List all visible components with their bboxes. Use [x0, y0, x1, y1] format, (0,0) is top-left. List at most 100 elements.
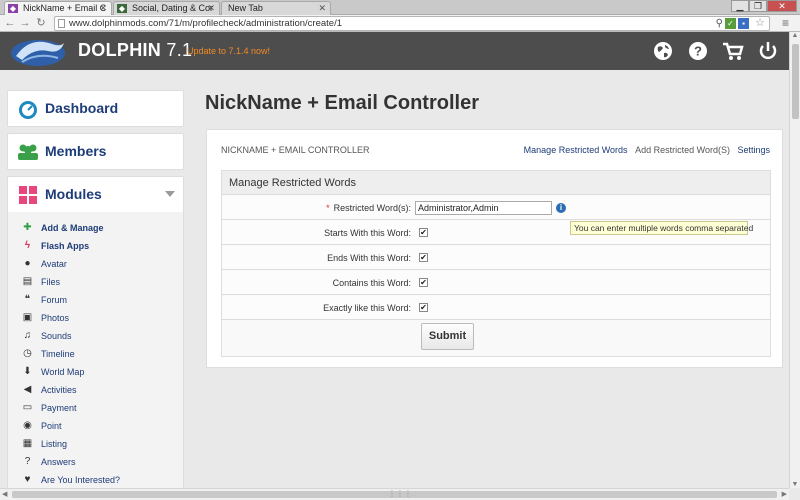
sidebar-item-label: Modules	[45, 186, 102, 202]
cart-icon[interactable]	[722, 40, 744, 62]
add-restricted-words-link[interactable]: Add Restricted Word(S)	[635, 145, 730, 155]
settings-link[interactable]: Settings	[737, 145, 770, 155]
page-icon	[58, 19, 65, 28]
sidebar-item-dashboard[interactable]: Dashboard	[7, 90, 184, 127]
tab-title: New Tab	[228, 3, 263, 13]
restricted-words-input[interactable]	[415, 201, 552, 215]
update-link[interactable]: Update to 7.1.4 now!	[187, 46, 270, 56]
svg-text:?: ?	[694, 44, 702, 59]
sidebar: Dashboard Members Modules ✚ Add & Manage ϟ…	[7, 70, 184, 488]
sidebar-subitem-label: World Map	[41, 367, 85, 377]
members-icon	[18, 144, 38, 160]
scroll-left-icon[interactable]: ◀	[2, 490, 7, 498]
flash-icon: ϟ	[24, 240, 31, 251]
contains-label: Contains this Word:	[332, 278, 411, 288]
briefcase-icon: ▦	[22, 438, 33, 449]
window-close-icon[interactable]: ✕	[767, 0, 797, 12]
point-icon: ◉	[23, 420, 32, 431]
forward-arrow-icon[interactable]: →	[19, 17, 31, 29]
heart-icon: ♥	[24, 474, 31, 485]
address-bar: ← → ↻ www.dolphinmods.com/71/m/profilech…	[0, 15, 800, 32]
sidebar-subitem-label: Flash Apps	[41, 241, 90, 251]
chevron-down-icon[interactable]	[165, 191, 175, 197]
manage-restricted-words-link[interactable]: Manage Restricted Words	[524, 145, 628, 155]
brand-title: DOLPHIN 7.1	[78, 40, 192, 61]
bookmark-star-icon[interactable]: ☆	[755, 17, 765, 30]
ends-with-checkbox[interactable]: ✔	[419, 253, 428, 262]
question-icon: ?	[24, 456, 31, 467]
credit-card-icon: ▭	[22, 402, 33, 413]
dashboard-gauge-icon	[19, 101, 37, 119]
site-header: DOLPHIN 7.1 Update to 7.1.4 now! ?	[0, 32, 789, 70]
scroll-right-icon[interactable]: ▶	[782, 490, 787, 498]
music-icon: ♫	[23, 330, 32, 341]
user-icon: ●	[24, 258, 31, 269]
brand-name: DOLPHIN	[78, 40, 162, 60]
sidebar-subitem-label: Activities	[41, 385, 77, 395]
maximize-icon[interactable]: ❐	[749, 0, 767, 12]
extension-icon[interactable]: ✓	[725, 18, 736, 29]
tab-title: NickName + Email C	[23, 3, 107, 13]
scroll-grip-icon: ⋮⋮⋮	[388, 489, 412, 498]
restricted-words-form: Manage Restricted Words * Restricted Word…	[221, 170, 771, 357]
power-icon[interactable]	[757, 40, 779, 62]
sidebar-subitem-label: Timeline	[41, 349, 75, 359]
modules-icon	[19, 186, 37, 204]
sidebar-subitem-label: Photos	[41, 313, 70, 323]
module-list: ✚ Add & Manage ϟ Flash Apps ● Avatar ▤ Files ❝ Fo…	[7, 212, 184, 488]
form-row-ends-with: Ends With this Word: ✔	[222, 246, 770, 270]
close-icon[interactable]: ✕	[207, 2, 215, 15]
extension-icon[interactable]: ▪	[738, 18, 749, 29]
sidebar-item-label: Members	[45, 143, 107, 159]
card-links: Manage Restricted Words Add Restricted W…	[519, 145, 770, 155]
scroll-thumb[interactable]	[792, 44, 799, 119]
submit-button[interactable]: Submit	[421, 323, 474, 350]
controller-card: NICKNAME + EMAIL CONTROLLER Manage Restr…	[206, 129, 783, 368]
sidebar-item-label: Dashboard	[45, 100, 119, 116]
exactly-like-checkbox[interactable]: ✔	[419, 303, 428, 312]
vertical-scrollbar[interactable]: ▲ ▼	[789, 32, 800, 488]
form-row-restricted-words: *Restricted Word(s): i	[222, 196, 770, 220]
help-icon[interactable]: ?	[687, 40, 709, 62]
file-icon: ▤	[22, 276, 33, 287]
zoom-icon[interactable]: ⚲	[716, 17, 723, 30]
browser-menu-icon[interactable]: ≡	[782, 17, 794, 29]
browser-tab[interactable]: ◆ Social, Dating & Cor ✕	[113, 1, 220, 15]
globe-icon[interactable]	[652, 40, 674, 62]
info-tooltip: You can enter multiple words comma separ…	[570, 221, 753, 235]
sidebar-subitem-label: Point	[41, 421, 62, 431]
sidebar-subitem-label: Add & Manage	[41, 223, 104, 233]
starts-with-checkbox[interactable]: ✔	[419, 228, 428, 237]
comments-icon: ❝	[24, 294, 31, 305]
contains-checkbox[interactable]: ✔	[419, 278, 428, 287]
plus-icon: ✚	[23, 222, 32, 233]
back-arrow-icon[interactable]: ←	[4, 17, 16, 29]
ends-with-label: Ends With this Word:	[327, 253, 411, 263]
page-title: NickName + Email Controller	[205, 92, 479, 114]
info-icon[interactable]: i	[556, 203, 566, 213]
scroll-up-icon[interactable]: ▲	[790, 32, 800, 39]
reload-icon[interactable]: ↻	[35, 17, 47, 29]
close-icon[interactable]: ✕	[318, 2, 326, 15]
form-section-title: Manage Restricted Words	[222, 171, 770, 195]
label-text: Restricted Word(s):	[333, 203, 411, 213]
bullhorn-icon: ◀	[23, 384, 32, 395]
horizontal-scrollbar[interactable]: ◀ ⋮⋮⋮ ▶	[0, 488, 789, 500]
sidebar-item-modules[interactable]: Modules	[7, 176, 184, 213]
sidebar-subitem-label: Files	[41, 277, 61, 287]
sidebar-subitem-label: Forum	[41, 295, 68, 305]
sidebar-item-members[interactable]: Members	[7, 133, 184, 170]
dolphin-logo-icon[interactable]	[8, 34, 68, 68]
browser-tab[interactable]: New Tab ✕	[221, 1, 331, 15]
close-icon[interactable]: ✕	[99, 2, 107, 15]
site-favicon-icon: ◆	[117, 4, 127, 13]
sidebar-subitem-label: Are You Interested?	[41, 475, 121, 485]
tab-title: Social, Dating & Cor	[132, 3, 214, 13]
scroll-down-icon[interactable]: ▼	[790, 481, 800, 488]
card-title: NICKNAME + EMAIL CONTROLLER	[221, 145, 370, 155]
minimize-icon[interactable]: ▁	[731, 0, 749, 12]
url-text: www.dolphinmods.com/71/m/profilecheck/ad…	[69, 18, 342, 29]
url-field[interactable]: www.dolphinmods.com/71/m/profilecheck/ad…	[54, 16, 770, 31]
sidebar-subitem-label: Payment	[41, 403, 77, 413]
browser-tab-active[interactable]: ◆ NickName + Email C ✕	[4, 1, 112, 15]
